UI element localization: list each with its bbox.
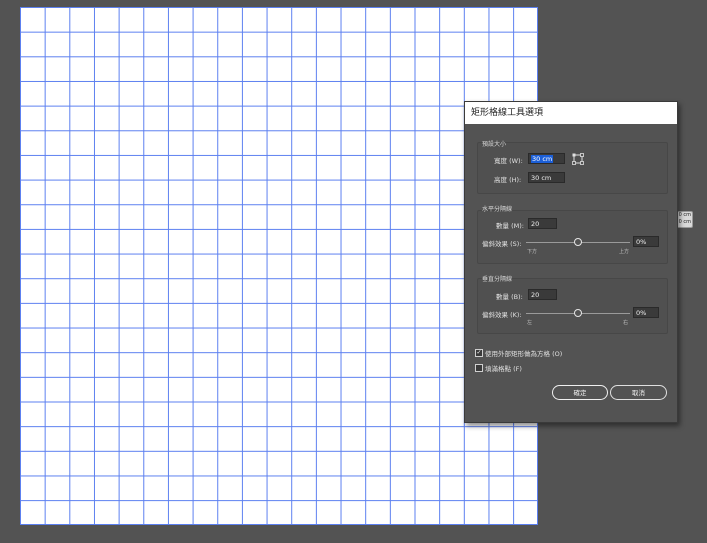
horizontal-dividers-heading: 水平分隔線 xyxy=(482,206,513,213)
v-skew-left-hint: 左 xyxy=(527,320,533,326)
dialog-title: 矩形格線工具選項 xyxy=(465,102,677,124)
h-count-label: 數量 (M): xyxy=(496,222,524,230)
width-label: 寬度 (W): xyxy=(494,157,523,165)
v-skew-input[interactable]: 0% xyxy=(633,307,659,318)
use-outer-rect-checkbox[interactable]: ✓ xyxy=(475,349,483,357)
height-label: 高度 (H): xyxy=(494,176,522,184)
width-input[interactable]: 30 cm xyxy=(528,153,565,164)
v-skew-label: 偏斜效果 (K): xyxy=(482,311,522,319)
fill-grid-checkbox[interactable] xyxy=(475,364,483,372)
vertical-dividers-group xyxy=(477,278,668,334)
v-count-input[interactable]: 20 xyxy=(528,289,557,300)
artboard-grid[interactable] xyxy=(20,7,538,525)
h-count-input[interactable]: 20 xyxy=(528,218,557,229)
h-skew-input[interactable]: 0% xyxy=(633,236,659,247)
v-count-label: 數量 (B): xyxy=(496,293,523,301)
rect-grid-options-dialog: 矩形格線工具選項 預設大小 寬度 (W): 30 cm 高度 (H): 30 c… xyxy=(464,101,678,423)
reference-point-icon[interactable] xyxy=(572,153,584,165)
ok-button[interactable]: 確定 xyxy=(552,385,608,400)
default-size-heading: 預設大小 xyxy=(482,141,507,148)
h-skew-right-hint: 上方 xyxy=(619,249,630,255)
v-skew-slider-knob[interactable] xyxy=(574,309,582,317)
h-skew-label: 偏斜效果 (S): xyxy=(482,240,522,248)
h-skew-left-hint: 下方 xyxy=(527,249,538,255)
use-outer-rect-label: 使用外部矩形做為方格 (O) xyxy=(485,350,563,358)
vertical-dividers-heading: 垂直分隔線 xyxy=(482,276,513,283)
h-skew-slider-knob[interactable] xyxy=(574,238,582,246)
default-size-group xyxy=(477,142,668,194)
fill-grid-label: 填滿格點 (F) xyxy=(485,365,522,373)
height-input[interactable]: 30 cm xyxy=(528,172,565,183)
v-skew-right-hint: 右 xyxy=(623,320,629,326)
cancel-button[interactable]: 取消 xyxy=(610,385,667,400)
